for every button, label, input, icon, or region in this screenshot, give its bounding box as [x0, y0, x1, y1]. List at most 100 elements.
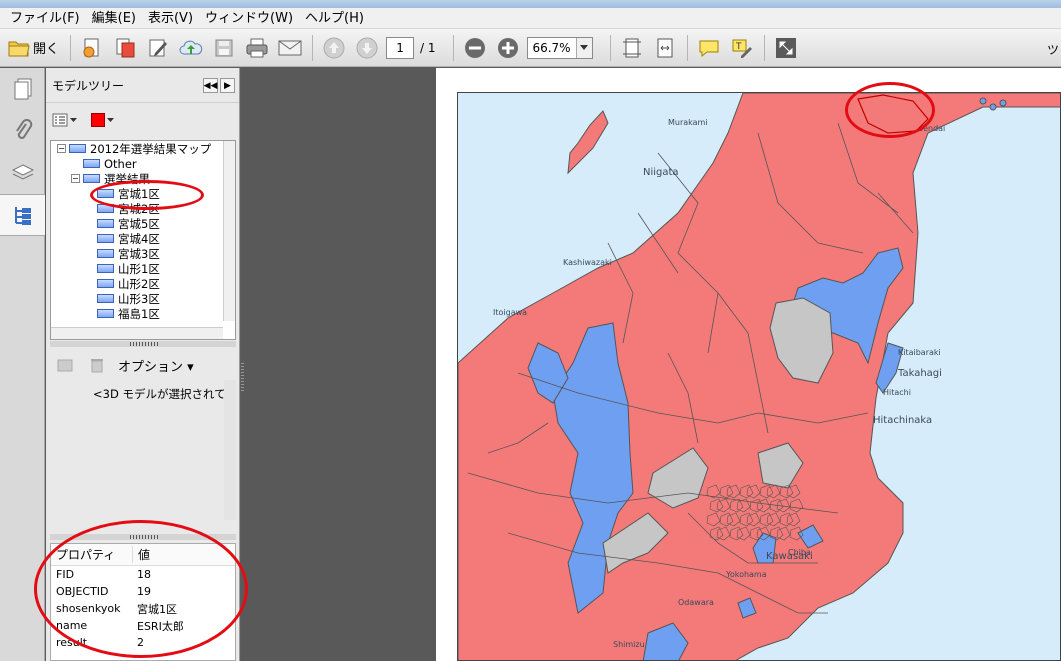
- open-button[interactable]: 開く: [8, 38, 59, 57]
- trash-icon[interactable]: [90, 357, 104, 373]
- model-scrollbar[interactable]: [224, 380, 236, 520]
- attachments-button[interactable]: [0, 110, 45, 152]
- fit-page-button[interactable]: [618, 34, 646, 62]
- fit-page-icon: [622, 38, 641, 57]
- tree-horizontal-scrollbar[interactable]: [51, 327, 223, 339]
- property-row[interactable]: name ESRI太郎: [51, 617, 235, 634]
- tree-item[interactable]: 宮城5区: [51, 216, 235, 231]
- tree-item[interactable]: 宮城2区: [51, 201, 235, 216]
- tree-item-label: 2012年選挙結果マップ: [90, 141, 212, 156]
- property-key: FID: [56, 568, 75, 581]
- tree-item-label: 宮城5区: [118, 216, 160, 231]
- envelope-icon: [278, 40, 302, 55]
- zoom-out-button[interactable]: [461, 34, 489, 62]
- model-node-icon: [83, 159, 100, 168]
- full-screen-button[interactable]: [772, 34, 800, 62]
- create-pdf-button[interactable]: [78, 34, 106, 62]
- value-column-header[interactable]: 値: [133, 546, 150, 563]
- prev-page-button[interactable]: [320, 34, 348, 62]
- comment-button[interactable]: [695, 34, 723, 62]
- tree-item[interactable]: 山形2区: [51, 276, 235, 291]
- view-options-dropdown[interactable]: [52, 113, 77, 127]
- panel-tools: [46, 102, 239, 136]
- property-value: ESRI太郎: [137, 619, 184, 633]
- property-key: OBJECTID: [56, 585, 109, 598]
- tree-item[interactable]: 山形3区: [51, 291, 235, 306]
- save-icon: [215, 39, 233, 56]
- place-label: Kitaibaraki: [898, 348, 941, 357]
- save-button[interactable]: [210, 34, 238, 62]
- pdf-page: Murakami Niigata Sendai Kashiwazaki Itoigawa…: [436, 68, 1061, 661]
- model-tree: − 2012年選挙結果マップ Other − 選挙結果 宮城1区 宮城2区 宮城5区 宮城4区宮…: [50, 140, 236, 340]
- menu-view[interactable]: 表示(V): [142, 8, 199, 29]
- place-label: Odawara: [678, 598, 714, 607]
- navigation-strip: [0, 68, 45, 661]
- panel-nav: ◀◀ ▶: [203, 78, 235, 93]
- property-row[interactable]: FID 18: [51, 566, 235, 583]
- tree-item[interactable]: − 選挙結果: [51, 171, 235, 186]
- tree-item[interactable]: Other: [51, 156, 235, 171]
- tree-vertical-scrollbar[interactable]: [223, 141, 235, 321]
- tree-item[interactable]: 宮城3区: [51, 246, 235, 261]
- zoom-in-button[interactable]: [494, 34, 522, 62]
- property-value: 18: [137, 568, 151, 581]
- print-button[interactable]: [243, 34, 271, 62]
- page-number-input[interactable]: 1: [386, 36, 415, 59]
- layers-button[interactable]: [0, 152, 45, 194]
- combine-button[interactable]: [111, 34, 139, 62]
- sign-button[interactable]: [144, 34, 172, 62]
- tree-item[interactable]: 山形1区: [51, 261, 235, 276]
- property-row[interactable]: OBJECTID 19: [51, 583, 235, 600]
- zoom-select[interactable]: 66.7%: [526, 36, 593, 59]
- tree-item[interactable]: 宮城4区: [51, 231, 235, 246]
- no-model-message: <3D モデルが選択されて: [93, 387, 226, 401]
- panel-menu-button[interactable]: ▶: [220, 78, 235, 93]
- election-map[interactable]: Murakami Niigata Sendai Kashiwazaki Itoigawa…: [457, 92, 1061, 661]
- model-tree-button[interactable]: [0, 194, 45, 236]
- properties-header: プロパティ 値: [51, 544, 235, 566]
- property-row[interactable]: result 2: [51, 634, 235, 651]
- pages-button[interactable]: [0, 68, 45, 110]
- menu-edit[interactable]: 編集(E): [86, 8, 142, 29]
- menu-help[interactable]: ヘルプ(H): [299, 8, 370, 29]
- chevron-down-icon[interactable]: [575, 37, 592, 58]
- property-row[interactable]: shosenkyok 宮城1区: [51, 600, 235, 617]
- island: [989, 103, 997, 111]
- place-label: Yokohama: [725, 570, 767, 579]
- property-key: result: [56, 636, 88, 649]
- properties-table: プロパティ 値 FID 18 OBJECTID 19 shosenkyok 宮城1区 nam…: [50, 543, 236, 661]
- menu-window[interactable]: ウィンドウ(W): [199, 8, 299, 29]
- upload-button[interactable]: [177, 34, 205, 62]
- collapse-toggle-icon[interactable]: −: [57, 144, 66, 153]
- place-label: Shimizu: [613, 640, 645, 649]
- 3d-view-icon[interactable]: [56, 357, 76, 373]
- island: [999, 99, 1007, 107]
- menu-file[interactable]: ファイル(F): [4, 8, 86, 29]
- email-button[interactable]: [276, 34, 304, 62]
- speech-bubble-icon: [699, 40, 719, 57]
- printer-icon: [246, 38, 268, 57]
- property-rows: FID 18 OBJECTID 19 shosenkyok 宮城1区 name ESRI太郎 r…: [51, 566, 235, 651]
- panel-resize-grip[interactable]: [241, 363, 244, 393]
- panel-splitter[interactable]: [50, 341, 236, 347]
- highlight-text-button[interactable]: T: [728, 34, 756, 62]
- panel-splitter[interactable]: [50, 534, 236, 540]
- next-page-button[interactable]: [353, 34, 381, 62]
- property-column-header[interactable]: プロパティ: [51, 546, 133, 563]
- property-value: 19: [137, 585, 151, 598]
- collapse-panel-button[interactable]: ◀◀: [203, 78, 218, 93]
- tree-item[interactable]: − 2012年選挙結果マップ: [51, 141, 235, 156]
- fit-width-icon: [657, 38, 673, 57]
- tools-label[interactable]: ツ: [1047, 41, 1059, 58]
- fit-width-button[interactable]: [651, 34, 679, 62]
- property-value: 2: [137, 636, 144, 649]
- options-menu[interactable]: オプション ▾: [118, 356, 194, 375]
- color-picker[interactable]: [91, 112, 114, 127]
- tree-item[interactable]: 福島1区: [51, 306, 235, 321]
- toolbar-separator: [452, 34, 454, 61]
- pages-icon: [14, 78, 31, 100]
- model-tree-panel: モデルツリー ◀◀ ▶ −2012年選挙結果マップ Other − 選挙結果 宮城1区宮…: [46, 68, 240, 661]
- collapse-toggle-icon[interactable]: −: [71, 174, 80, 183]
- place-label: Niigata: [643, 167, 679, 178]
- tree-item[interactable]: 宮城1区: [51, 186, 235, 201]
